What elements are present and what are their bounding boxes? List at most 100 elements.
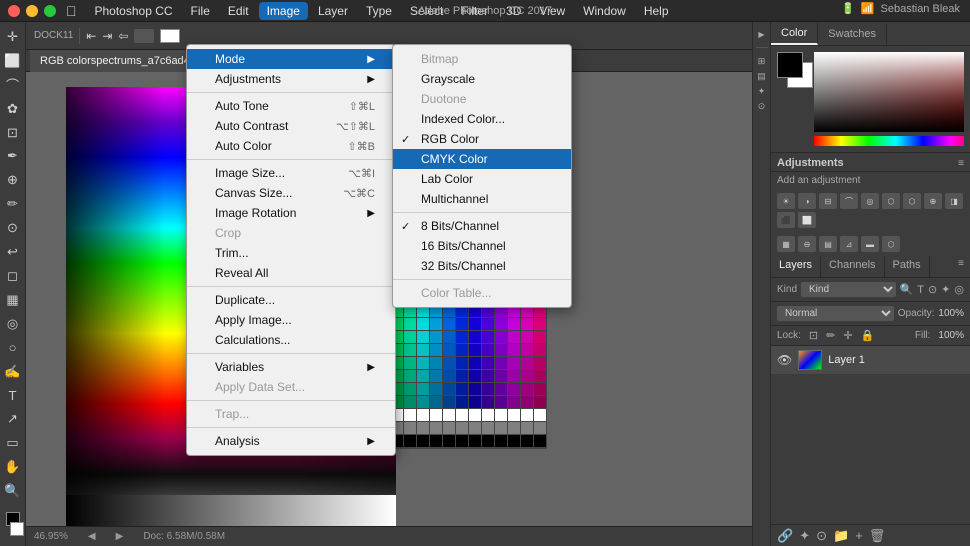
swatch-cell[interactable] (534, 318, 546, 330)
swatch-cell[interactable] (469, 331, 481, 343)
swatch-cell[interactable] (495, 318, 507, 330)
swatch-cell[interactable] (430, 370, 442, 382)
swatch-cell[interactable] (534, 422, 546, 434)
foreground-swatch[interactable] (777, 52, 803, 78)
swatch-cell[interactable] (443, 409, 455, 421)
hue-strip[interactable] (814, 136, 964, 146)
layer-filter-icon[interactable]: T (917, 284, 924, 296)
delete-layer-icon[interactable]: 🗑 (869, 528, 886, 544)
eraser-tool[interactable]: ◻ (2, 265, 24, 287)
clone-stamp-tool[interactable]: ⊙ (2, 217, 24, 239)
move-tool[interactable]: ✛ (2, 26, 24, 48)
menu-item-variables[interactable]: Variables ▶ (187, 357, 395, 377)
menu-item-mode[interactable]: Mode ▶ (187, 49, 395, 69)
swatch-cell[interactable] (469, 357, 481, 369)
swatch-cell[interactable] (430, 331, 442, 343)
layer-row[interactable]: 👁 Layer 1 (771, 346, 970, 374)
swatch-cell[interactable] (495, 396, 507, 408)
swatch-cell[interactable] (495, 383, 507, 395)
color-tab[interactable]: Color (771, 23, 818, 45)
swatch-cell[interactable] (404, 409, 416, 421)
bw-icon[interactable]: ◨ (945, 193, 963, 209)
swatch-cell[interactable] (430, 357, 442, 369)
menu-item-reveal-all[interactable]: Reveal All (187, 263, 395, 283)
new-group-icon[interactable]: 📁 (833, 528, 849, 544)
brush-tool[interactable]: ✏ (2, 193, 24, 215)
swatch-cell[interactable] (508, 318, 520, 330)
lock-all-icon[interactable]: 🔒 (861, 329, 875, 342)
panel-icon-1[interactable]: ⊞ (758, 56, 766, 67)
swatch-cell[interactable] (521, 396, 533, 408)
swatch-cell[interactable] (469, 318, 481, 330)
swatch-cell[interactable] (521, 357, 533, 369)
fill-value[interactable]: 100% (938, 330, 964, 341)
swatch-cell[interactable] (495, 331, 507, 343)
swatch-cell[interactable] (456, 370, 468, 382)
swatch-cell[interactable] (430, 409, 442, 421)
swatch-cell[interactable] (469, 383, 481, 395)
swatch-cell[interactable] (443, 357, 455, 369)
dodge-tool[interactable]: ○ (2, 337, 24, 359)
swatches-tab[interactable]: Swatches (818, 24, 887, 44)
swatch-cell[interactable] (417, 357, 429, 369)
swatch-cell[interactable] (495, 422, 507, 434)
swatch-cell[interactable] (482, 383, 494, 395)
invert-icon[interactable]: ⊖ (798, 236, 816, 252)
marquee-tool[interactable]: ⬜ (2, 50, 24, 72)
menu-item-trim[interactable]: Trim... (187, 243, 395, 263)
swatch-cell[interactable] (508, 396, 520, 408)
swatch-cell[interactable] (404, 396, 416, 408)
swatch-cell[interactable] (521, 344, 533, 356)
swatch-cell[interactable] (482, 331, 494, 343)
swatch-cell[interactable] (508, 435, 520, 447)
swatch-cell[interactable] (495, 370, 507, 382)
gradient-tool[interactable]: ▦ (2, 289, 24, 311)
panel-icon-2[interactable]: ▤ (757, 71, 766, 82)
layer-menu-item[interactable]: Layer (310, 2, 356, 20)
swatch-cell[interactable] (534, 396, 546, 408)
swatch-cell[interactable] (417, 383, 429, 395)
swatch-cell[interactable] (482, 318, 494, 330)
hue-sat-icon[interactable]: ⬡ (903, 193, 921, 209)
swatch-cell[interactable] (482, 422, 494, 434)
swatch-cell[interactable] (508, 344, 520, 356)
swatch-cell[interactable] (521, 409, 533, 421)
swatch-cell[interactable] (404, 370, 416, 382)
collapse-icon[interactable]: ▶ (757, 30, 766, 39)
posterize-icon[interactable]: ▤ (819, 236, 837, 252)
swatch-cell[interactable] (404, 318, 416, 330)
swatch-cell[interactable] (443, 370, 455, 382)
layer-active-icon[interactable]: ◎ (954, 283, 964, 296)
apple-menu-item[interactable]:  (66, 3, 77, 19)
swatch-cell[interactable] (508, 422, 520, 434)
channels-tab[interactable]: Channels (821, 256, 884, 277)
threshold-icon[interactable]: ⊿ (840, 236, 858, 252)
eyedropper-tool[interactable]: ✒ (2, 146, 24, 168)
swatch-cell[interactable] (521, 331, 533, 343)
swatch-cell[interactable] (404, 357, 416, 369)
swatch-cell[interactable] (417, 422, 429, 434)
swatch-cell[interactable] (417, 396, 429, 408)
lock-pixels-icon[interactable]: ✏ (826, 329, 835, 342)
gradient-map-icon[interactable]: ▬ (861, 236, 879, 252)
vibrance-icon[interactable]: ⬡ (882, 193, 900, 209)
layers-tab[interactable]: Layers (771, 256, 821, 277)
color-swatch-white[interactable] (160, 29, 180, 43)
photo-filter-icon[interactable]: ⬛ (777, 212, 795, 228)
mode-multichannel[interactable]: Multichannel (393, 189, 571, 209)
mode-8bit[interactable]: ✓ 8 Bits/Channel (393, 216, 571, 236)
swatch-cell[interactable] (508, 357, 520, 369)
history-tool[interactable]: ↩ (2, 241, 24, 263)
swatch-cell[interactable] (443, 435, 455, 447)
menu-item-canvas-size[interactable]: Canvas Size... ⌥⌘C (187, 183, 395, 203)
swatch-cell[interactable] (404, 435, 416, 447)
healing-tool[interactable]: ⊕ (2, 169, 24, 191)
menu-item-adjustments[interactable]: Adjustments ▶ (187, 69, 395, 89)
background-color[interactable] (10, 522, 24, 536)
nav-prev-icon[interactable]: ◀ (88, 531, 96, 542)
swatch-cell[interactable] (482, 435, 494, 447)
align-center-icon[interactable]: ⇥ (102, 29, 112, 43)
paths-tab[interactable]: Paths (885, 256, 930, 277)
blur-tool[interactable]: ◎ (2, 313, 24, 335)
edit-menu-item[interactable]: Edit (220, 2, 257, 20)
